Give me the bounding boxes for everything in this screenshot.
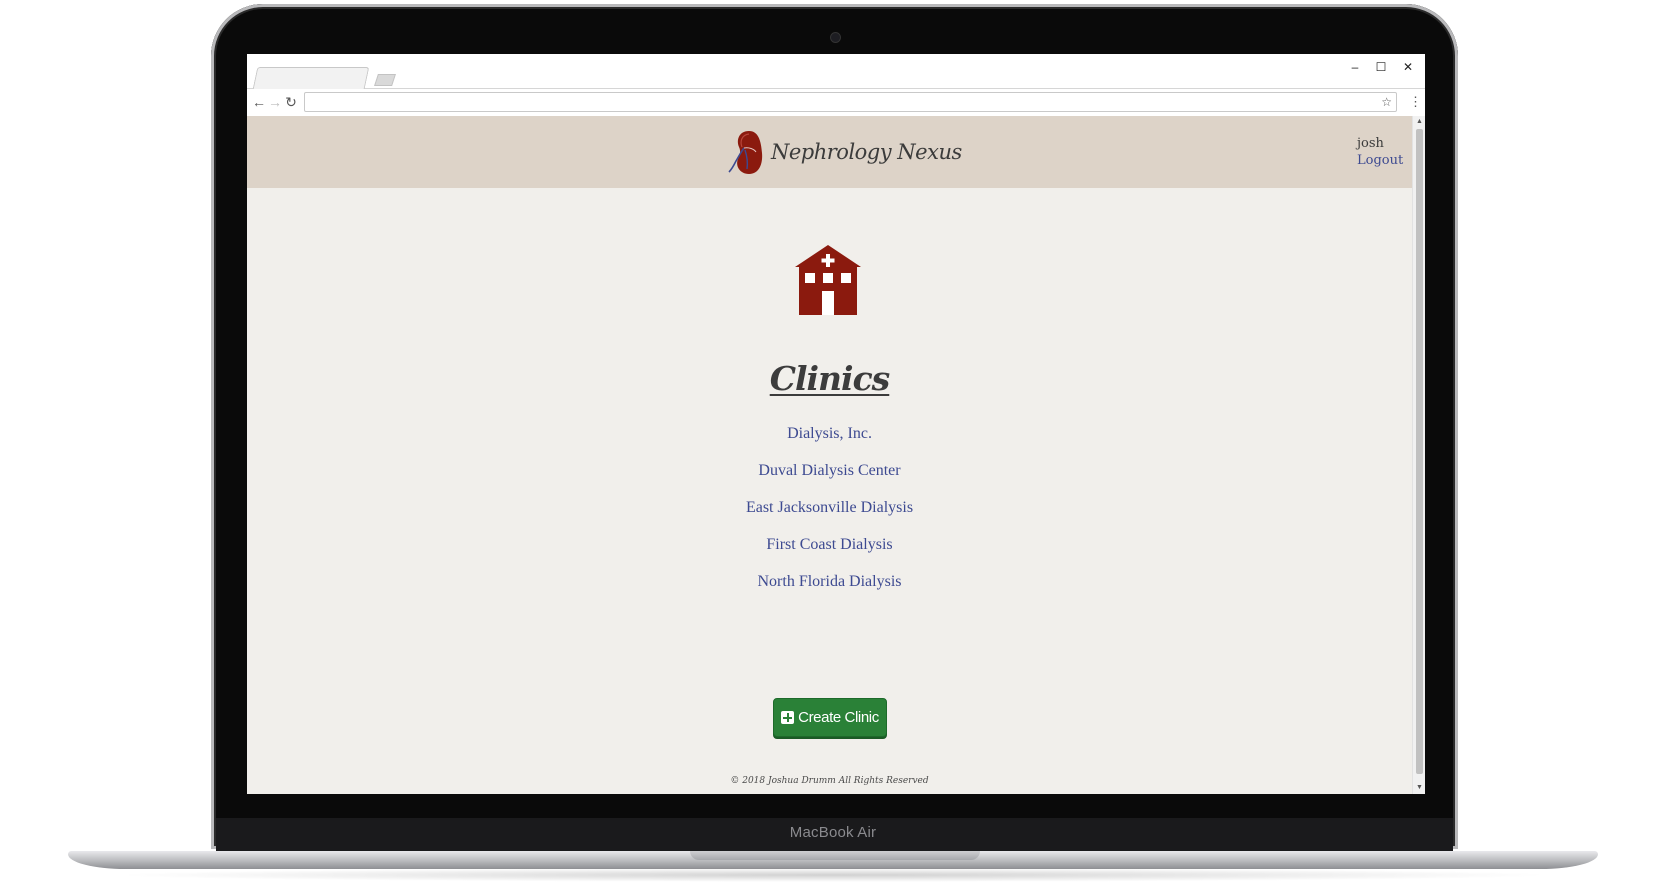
kidney-logo-icon (728, 131, 763, 174)
brand[interactable]: Nephrology Nexus (727, 128, 962, 176)
browser-toolbar: ← → ↻ ☆ ⋮ (247, 89, 1425, 117)
laptop-hinge-notch (690, 851, 980, 860)
create-clinic-label: Create Clinic (798, 709, 879, 726)
logout-link[interactable]: Logout (1357, 152, 1403, 169)
maximize-button[interactable]: ☐ (1370, 58, 1392, 76)
close-button[interactable]: ✕ (1397, 58, 1419, 76)
tab-strip: – ☐ ✕ (247, 54, 1425, 89)
new-tab-button[interactable] (374, 74, 396, 86)
site-header: Nephrology Nexus josh Logout (247, 116, 1412, 188)
forward-arrow-icon[interactable]: → (267, 93, 283, 111)
clinic-link[interactable]: Dialysis, Inc. (247, 423, 1412, 460)
laptop-shadow (110, 868, 1556, 882)
footer-copyright: © 2018 Joshua Drumm All Rights Reserved (730, 776, 929, 786)
screen: – ☐ ✕ ← → ↻ ☆ ⋮ Nephrology Nexus josh Lo… (247, 54, 1425, 794)
back-arrow-icon[interactable]: ← (251, 93, 267, 111)
minimize-button[interactable]: – (1344, 58, 1366, 76)
plus-square-icon (781, 711, 795, 724)
user-block: josh Logout (1357, 135, 1403, 169)
brand-name: Nephrology Nexus (771, 140, 962, 164)
bookmark-star-icon[interactable]: ☆ (1381, 93, 1392, 111)
clinic-link[interactable]: East Jacksonville Dialysis (247, 497, 1412, 534)
clinic-link[interactable]: North Florida Dialysis (247, 571, 1412, 608)
camera-icon (831, 33, 840, 42)
reload-icon[interactable]: ↻ (283, 93, 299, 111)
browser-menu-icon[interactable]: ⋮ (1409, 93, 1422, 111)
username: josh (1357, 136, 1384, 151)
hospital-icon (795, 245, 861, 315)
vertical-scrollbar[interactable]: ▲ ▼ (1412, 116, 1425, 794)
scrollbar-thumb[interactable] (1416, 129, 1423, 774)
clinic-link[interactable]: First Coast Dialysis (247, 534, 1412, 571)
browser-tab[interactable] (252, 67, 370, 89)
scroll-up-icon[interactable]: ▲ (1413, 116, 1425, 128)
page-viewport: Nephrology Nexus josh Logout Clinics Dia… (247, 116, 1412, 794)
create-clinic-button[interactable]: Create Clinic (773, 698, 887, 737)
address-bar[interactable]: ☆ (304, 92, 1397, 112)
clinic-list: Dialysis, Inc. Duval Dialysis Center Eas… (247, 423, 1412, 608)
clinic-link[interactable]: Duval Dialysis Center (247, 460, 1412, 497)
device-label: MacBook Air (789, 824, 877, 841)
scroll-down-icon[interactable]: ▼ (1413, 782, 1425, 794)
page-title: Clinics (769, 359, 891, 398)
